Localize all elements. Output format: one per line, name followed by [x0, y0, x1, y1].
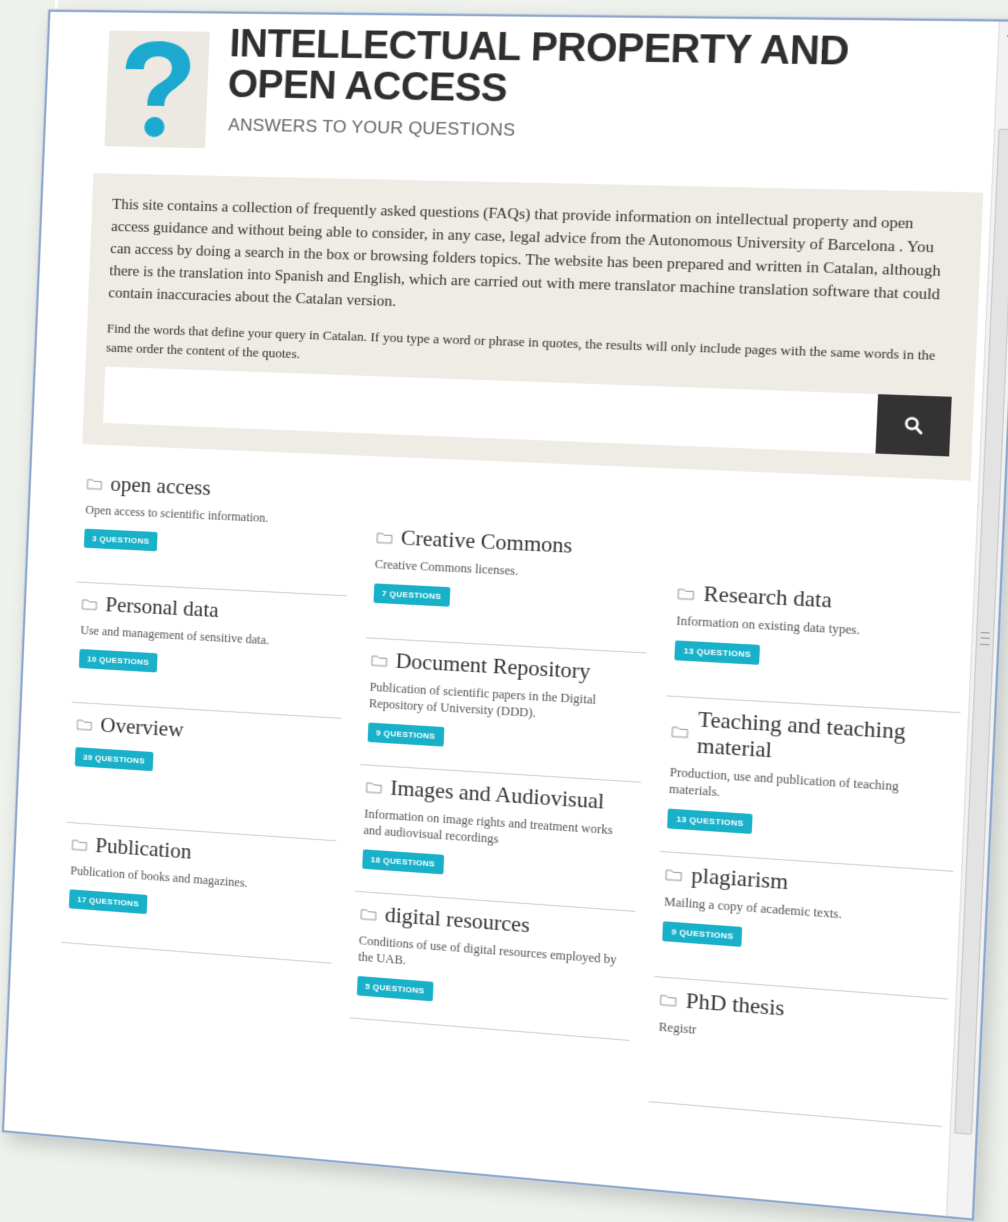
- category-description: Publication of scientific papers in the …: [369, 679, 639, 728]
- folder-icon: [671, 725, 689, 739]
- category-title: Teaching and teaching material: [696, 707, 953, 775]
- question-count-badge[interactable]: 39 QUESTIONS: [75, 747, 154, 771]
- category-card[interactable]: plagiarism Mailing a copy of academic te…: [654, 852, 953, 1000]
- scroll-grip-icon: [980, 632, 990, 645]
- category-title: Overview: [100, 713, 184, 743]
- page-content: INTELLECTUAL PROPERTY AND OPEN ACCESS AN…: [37, 12, 991, 1127]
- folder-icon: [71, 838, 87, 851]
- browser-window: INTELLECTUAL PROPERTY AND OPEN ACCESS AN…: [2, 10, 1008, 1221]
- question-count-badge[interactable]: 5 QUESTIONS: [356, 976, 433, 1001]
- folder-icon: [665, 868, 683, 882]
- question-count-badge[interactable]: 10 QUESTIONS: [79, 649, 158, 673]
- folder-icon: [360, 907, 377, 920]
- category-title: open access: [110, 472, 211, 502]
- intro-paragraph: This site contains a collection of frequ…: [108, 194, 960, 331]
- intro-panel: This site contains a collection of frequ…: [82, 173, 983, 481]
- category-column-3: Research data Information on existing da…: [649, 571, 966, 1127]
- question-mark-logo[interactable]: [105, 31, 210, 149]
- category-card[interactable]: Creative Commons Creative Commons licens…: [365, 516, 652, 654]
- category-title: Personal data: [105, 592, 219, 623]
- category-title: Creative Commons: [400, 525, 572, 559]
- category-card[interactable]: Images and Audiovisual Information on im…: [355, 765, 642, 912]
- category-card[interactable]: Research data Information on existing da…: [667, 571, 966, 713]
- question-count-badge[interactable]: 3 QUESTIONS: [84, 529, 158, 552]
- question-count-badge[interactable]: 18 QUESTIONS: [362, 849, 444, 874]
- search-input[interactable]: [103, 367, 878, 454]
- search-icon: [903, 415, 924, 435]
- question-count-badge[interactable]: 13 QUESTIONS: [675, 640, 760, 664]
- category-card[interactable]: open access Open access to scientific in…: [76, 462, 351, 596]
- question-count-badge[interactable]: 13 QUESTIONS: [667, 809, 752, 834]
- folder-icon: [370, 653, 387, 666]
- category-card[interactable]: Teaching and teaching material Productio…: [660, 696, 960, 871]
- folder-icon: [365, 780, 382, 793]
- question-count-badge[interactable]: 9 QUESTIONS: [663, 921, 743, 947]
- question-mark-icon: [105, 31, 210, 149]
- category-card[interactable]: Overview 39 QUESTIONS: [66, 703, 341, 842]
- site-title: INTELLECTUAL PROPERTY AND OPEN ACCESS: [227, 24, 867, 116]
- folder-icon: [660, 993, 678, 1007]
- category-grid: open access Open access to scientific in…: [57, 462, 970, 1127]
- category-card[interactable]: Publication Publication of books and mag…: [61, 823, 336, 964]
- category-title: plagiarism: [691, 863, 789, 896]
- category-card[interactable]: Personal data Use and management of sens…: [71, 582, 346, 718]
- folder-icon: [81, 597, 97, 610]
- category-column-1: open access Open access to scientific in…: [57, 462, 352, 1075]
- folder-icon: [677, 587, 695, 600]
- category-card[interactable]: Document Repository Publication of scien…: [360, 638, 647, 782]
- category-title: PhD thesis: [685, 988, 785, 1022]
- question-count-badge[interactable]: 7 QUESTIONS: [373, 583, 450, 606]
- question-count-badge[interactable]: 17 QUESTIONS: [69, 889, 147, 914]
- perspective-scene: INTELLECTUAL PROPERTY AND OPEN ACCESS AN…: [2, 10, 1008, 1218]
- category-column-2: Creative Commons Creative Commons licens…: [347, 516, 652, 1101]
- category-card[interactable]: digital resources Conditions of use of d…: [349, 892, 635, 1041]
- category-title: Publication: [95, 833, 192, 865]
- category-title: Document Repository: [395, 648, 591, 685]
- folder-icon: [86, 477, 102, 490]
- category-title: Research data: [703, 581, 832, 614]
- category-description: Open access to scientific information.: [85, 502, 344, 530]
- site-subtitle: ANSWERS TO YOUR QUESTIONS: [228, 115, 516, 141]
- folder-icon: [76, 718, 92, 731]
- folder-icon: [376, 531, 393, 544]
- category-title: digital resources: [384, 902, 530, 938]
- site-header: INTELLECTUAL PROPERTY AND OPEN ACCESS AN…: [74, 12, 991, 192]
- search-button[interactable]: [875, 394, 951, 456]
- question-count-badge[interactable]: 9 QUESTIONS: [367, 723, 444, 747]
- category-card[interactable]: PhD thesis Registr: [649, 977, 948, 1127]
